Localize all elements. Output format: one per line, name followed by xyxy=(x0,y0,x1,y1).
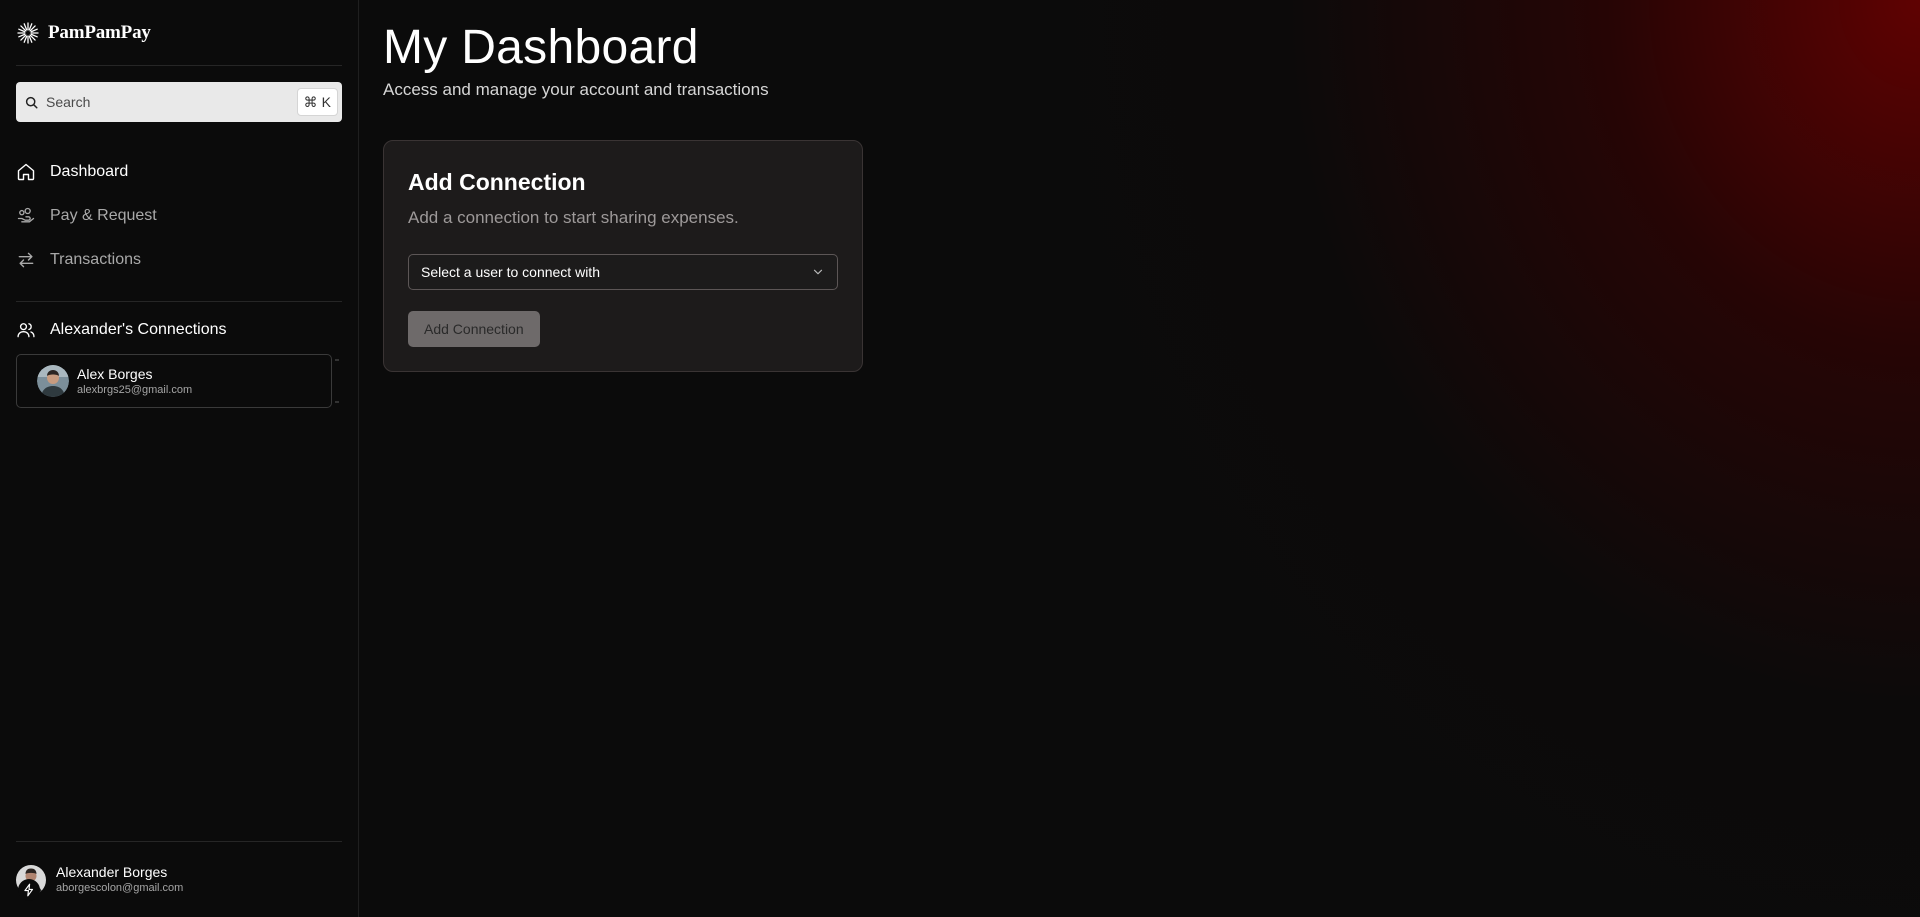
connection-email: alexbrgs25@gmail.com xyxy=(77,383,193,396)
current-user-email: aborgescolon@gmail.com xyxy=(56,882,184,894)
select-placeholder: Select a user to connect with xyxy=(421,264,600,280)
sidebar-item-label: Pay & Request xyxy=(50,207,157,224)
search-bar[interactable]: ⌘ K xyxy=(16,82,342,122)
sidebar: PamPamPay ⌘ K Dashboard xyxy=(0,0,359,917)
arrows-swap-icon xyxy=(16,250,36,270)
bolt-badge-icon xyxy=(18,878,40,901)
sidebar-item-transactions[interactable]: Transactions xyxy=(16,238,342,282)
chevron-down-icon xyxy=(811,265,825,279)
current-user[interactable]: Alexander Borges aborgescolon@gmail.com xyxy=(16,841,342,917)
page-title: My Dashboard xyxy=(383,21,699,74)
connection-item[interactable]: Alex Borges alexbrgs25@gmail.com xyxy=(16,354,339,408)
search-shortcut-badge: ⌘ K xyxy=(296,88,338,116)
shortcut-key: K xyxy=(321,94,331,110)
user-select-dropdown[interactable]: Select a user to connect with xyxy=(408,254,838,290)
add-connection-button[interactable]: Add Connection xyxy=(408,311,540,347)
search-icon xyxy=(25,96,38,109)
current-user-name: Alexander Borges xyxy=(56,864,168,880)
search-input[interactable] xyxy=(46,94,289,110)
brand-name: PamPamPay xyxy=(48,21,151,43)
main-content: My Dashboard Access and manage your acco… xyxy=(359,0,1920,917)
card-description: Add a connection to start sharing expens… xyxy=(408,208,739,227)
sidebar-item-pay-request[interactable]: Pay & Request xyxy=(16,194,342,238)
sidebar-item-label: Transactions xyxy=(50,251,141,268)
sidebar-item-dashboard[interactable]: Dashboard xyxy=(16,150,342,194)
card-title: Add Connection xyxy=(408,169,586,195)
scroll-indicator xyxy=(335,359,339,361)
brand[interactable]: PamPamPay xyxy=(16,0,342,66)
page-subtitle: Access and manage your account and trans… xyxy=(383,80,769,99)
sidebar-divider xyxy=(16,301,342,302)
connections-header-label: Alexander's Connections xyxy=(50,321,227,338)
connection-name: Alex Borges xyxy=(77,365,153,382)
add-connection-card: Add Connection Add a connection to start… xyxy=(383,140,863,372)
sidebar-item-label: Dashboard xyxy=(50,163,129,180)
app: PamPamPay ⌘ K Dashboard xyxy=(0,0,1920,917)
avatar xyxy=(37,365,69,397)
home-icon xyxy=(16,162,36,182)
avatar xyxy=(16,864,46,901)
users-icon xyxy=(16,320,36,340)
connection-info: Alex Borges alexbrgs25@gmail.com xyxy=(77,365,192,398)
command-key-icon: ⌘ xyxy=(303,93,318,110)
sidebar-nav: Dashboard Pay & Request Transactions xyxy=(16,150,342,282)
sunburst-icon xyxy=(16,21,40,45)
connections-header: Alexander's Connections xyxy=(16,316,342,344)
scroll-indicator xyxy=(335,401,339,403)
current-user-info: Alexander Borges aborgescolon@gmail.com xyxy=(56,863,183,896)
hand-coins-icon xyxy=(16,206,36,226)
